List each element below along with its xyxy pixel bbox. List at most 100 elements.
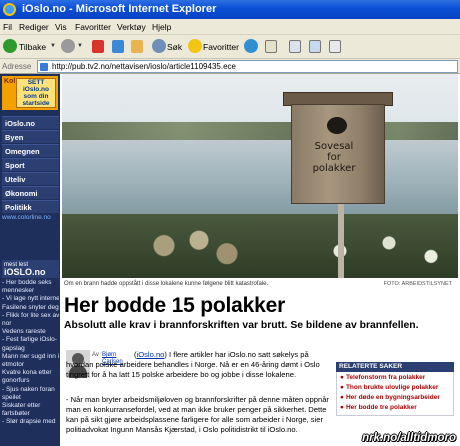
colorline-link[interactable]: www.colorline.no (2, 214, 59, 221)
mest-lest-item[interactable]: mennesker (2, 287, 59, 295)
birdhouse: Sovesal for polakker (283, 92, 393, 204)
related-link-label: Her døde en bygningsarbeider (345, 394, 440, 401)
photo-treeline (62, 122, 458, 140)
address-label: Adresse (2, 62, 32, 71)
mest-lest-item[interactable]: - Sjus naken foran (2, 386, 59, 394)
mest-lest-item[interactable]: - Vi lage nytt internett (2, 295, 59, 303)
article-headline: Her bodde 15 polakker (64, 294, 286, 317)
nav-item-byen[interactable]: Byen (2, 130, 59, 143)
ad-line: iOslo.no (23, 86, 49, 93)
nav-item-ioslo[interactable]: iOslo.no (2, 116, 59, 129)
mest-lest-item[interactable]: Mann ner sugd inn i (2, 353, 59, 361)
ad-line: som din (23, 93, 49, 100)
nav-item-okonomi[interactable]: Økonomi (2, 186, 59, 199)
mest-lest-item[interactable]: Kvatre kona etter (2, 369, 59, 377)
photo-flowers (312, 224, 452, 278)
photo-caption: Om en brann hadde oppstått i disse lokal… (64, 281, 269, 287)
refresh-icon[interactable] (112, 40, 124, 53)
mest-lest-item[interactable]: etmotor (2, 361, 59, 369)
search-icon (152, 39, 166, 53)
related-link-label: Her bodde tre polakker (345, 404, 417, 411)
paragraph-text: ) I flere artikler har iOslo.no satt søk… (66, 350, 320, 379)
mail-icon[interactable] (265, 40, 277, 53)
nav-item-politikk[interactable]: Politikk (2, 200, 59, 213)
ad-line: startside (22, 100, 50, 107)
article-paragraph-2: - Når man bryter arbeidsmiljøloven og br… (66, 395, 329, 434)
stop-icon[interactable] (92, 40, 104, 53)
mest-lest-item[interactable]: speilet (2, 394, 59, 402)
forward-arrow-icon (61, 39, 75, 53)
related-link[interactable]: ● Telefonstorm fra polakker (340, 373, 450, 383)
chevron-down-icon: ▼ (50, 43, 56, 49)
mest-lest-site: iOSLO.no (4, 267, 46, 277)
address-input[interactable]: http://pub.tv2.no/nettavisen/ioslo/artic… (37, 60, 458, 73)
mest-lest-item[interactable]: gonorfurs (2, 377, 59, 385)
home-icon[interactable] (131, 40, 143, 53)
menu-favorites[interactable]: Favoritter (75, 22, 111, 32)
birdhouse-body: Sovesal for polakker (291, 104, 385, 204)
print-icon[interactable] (289, 40, 301, 53)
ad-fragment: Kol (4, 78, 16, 85)
menu-view[interactable]: Vis (55, 22, 67, 32)
mest-lest-item[interactable]: Vedens rareste (2, 328, 59, 336)
menu-edit[interactable]: Rediger (19, 22, 49, 32)
bullet-icon: ● (340, 394, 344, 401)
left-sidebar: Kol SETT iOslo.no som din startside iOsl… (0, 74, 60, 446)
article-lead: Absolutt alle krav i brannforskriften va… (64, 320, 419, 331)
sign-line: for (327, 152, 341, 163)
startpage-ad[interactable]: Kol SETT iOslo.no som din startside (2, 76, 58, 110)
nav-item-sport[interactable]: Sport (2, 158, 59, 171)
sign-line: polakker (312, 163, 356, 174)
mest-lest-list: - Her bodde seks mennesker - Vi lage nyt… (2, 279, 59, 427)
mest-lest-item[interactable]: - Fest farlige iOslo- (2, 336, 59, 344)
mest-lest-item[interactable]: Siskater etter (2, 402, 59, 410)
toolbar: Tilbake ▼ ▼ Søk Favoritter (0, 35, 460, 59)
bullet-icon: ● (340, 374, 344, 381)
menu-file[interactable]: Fil (3, 22, 12, 32)
menu-tools[interactable]: Verktøy (117, 22, 146, 32)
related-link[interactable]: ● Her døde en bygningsarbeider (340, 393, 450, 403)
related-list: ● Telefonstorm fra polakker ● Thon brukte … (336, 372, 454, 416)
related-title: RELATERTE SAKER (336, 362, 454, 372)
window-title-bar[interactable]: iOslo.no - Microsoft Internet Explorer (0, 0, 460, 19)
back-label: Tilbake (19, 42, 47, 52)
bullet-icon: ● (340, 384, 344, 391)
mest-lest-item[interactable]: fartsbøter (2, 410, 59, 418)
menu-bar: Fil Rediger Vis Favoritter Verktøy Hjelp (0, 19, 460, 35)
related-link[interactable]: ● Thon brukte ulovlige polakker (340, 383, 450, 393)
ioslo-link[interactable]: iOslo.no (137, 350, 165, 359)
mest-lest-item[interactable]: - Slør drapsie med (2, 418, 59, 426)
history-icon[interactable] (244, 39, 258, 53)
internet-explorer-icon (3, 3, 16, 16)
address-url[interactable]: http://pub.tv2.no/nettavisen/ioslo/artic… (52, 62, 236, 71)
nav-item-omegnen[interactable]: Omegnen (2, 144, 59, 157)
photo-reeds (122, 224, 262, 278)
star-icon (188, 39, 202, 53)
chevron-down-icon: ▼ (77, 43, 83, 49)
mest-lest-item[interactable]: Fasilene snyter deg (2, 304, 59, 312)
mest-lest-item[interactable]: gapslag (2, 345, 59, 353)
nav-item-uteliv[interactable]: Uteliv (2, 172, 59, 185)
sign-line: Sovesal (314, 141, 354, 152)
favorites-label: Favoritter (203, 42, 239, 52)
mest-lest-item[interactable]: nor (2, 320, 59, 328)
article-paragraph-1: (iOslo.no) I flere artikler har iOslo.no… (66, 350, 320, 379)
ad-line: SETT (27, 79, 45, 86)
menu-help[interactable]: Hjelp (152, 22, 171, 32)
edit-icon[interactable] (309, 40, 321, 53)
related-articles-box: RELATERTE SAKER ● Telefonstorm fra polakk… (336, 362, 454, 416)
birdhouse-hole (327, 117, 347, 134)
mest-lest-item[interactable]: - Her bodde seks (2, 279, 59, 287)
ad-box: SETT iOslo.no som din startside (16, 78, 56, 108)
mest-lest-item[interactable]: - Flikk for lite sex av (2, 312, 59, 320)
mest-lest-header: mest lest iOSLO.no (2, 260, 59, 278)
watermark: nrk.no/alltidmoro (362, 432, 456, 444)
web-page: Kol SETT iOslo.no som din startside iOsl… (0, 74, 460, 446)
birdhouse-sign: Sovesal for polakker (294, 141, 374, 174)
related-link[interactable]: ● Her bodde tre polakker (340, 403, 450, 413)
discuss-icon[interactable] (329, 40, 341, 53)
section-nav: iOslo.no Byen Omegnen Sport Uteliv Økono… (2, 116, 59, 214)
photo-caption-row: Om en brann hadde oppstått i disse lokal… (62, 280, 458, 290)
article-photo: Sovesal for polakker (62, 74, 458, 278)
birdhouse-post (338, 192, 344, 278)
